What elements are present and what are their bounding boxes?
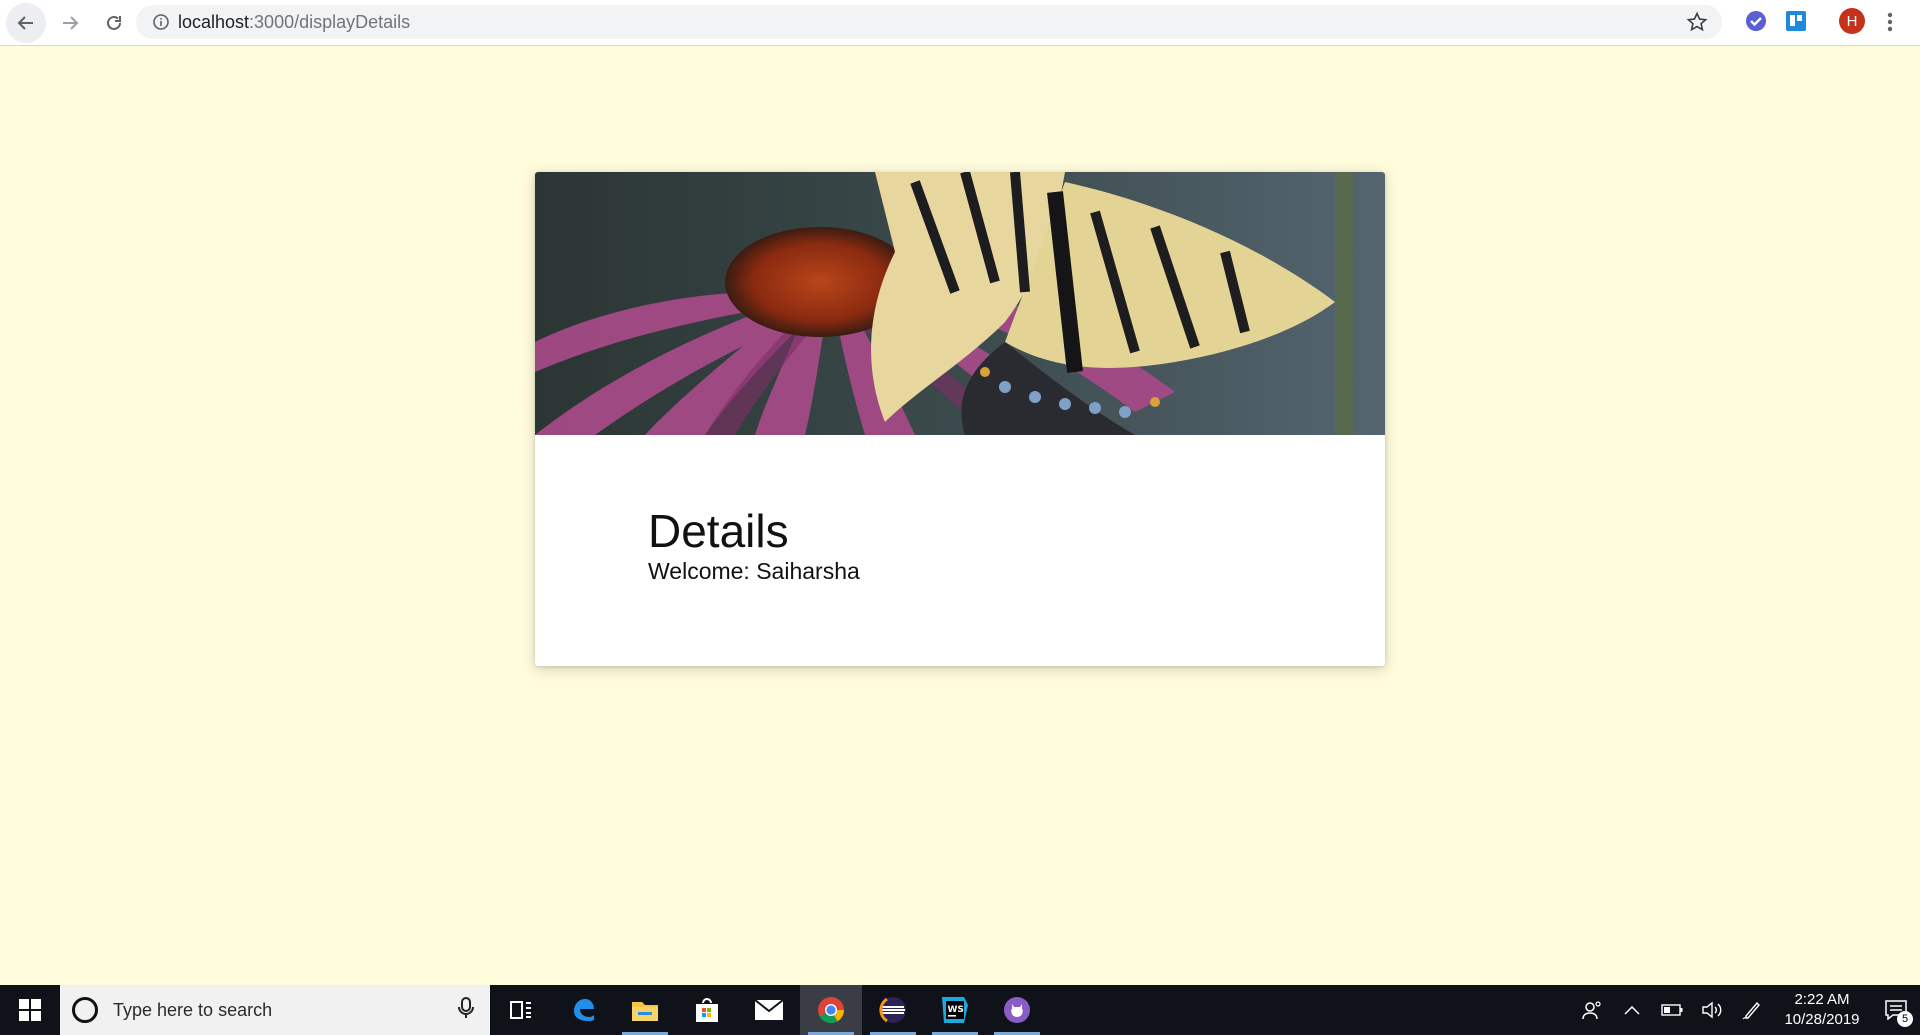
taskbar-chrome[interactable] [800,985,862,1035]
browser-toolbar: localhost:3000/displayDetails H [0,0,1920,46]
cortana-icon [72,997,98,1023]
extension-trello-icon[interactable] [1784,9,1808,38]
svg-text:WS: WS [948,1005,964,1015]
start-button[interactable] [0,985,60,1035]
pen-icon[interactable] [1732,985,1772,1035]
search-placeholder: Type here to search [113,999,273,1020]
profile-avatar[interactable]: H [1839,8,1865,34]
chrome-icon [818,997,845,1024]
clock-date: 10/28/2019 [1784,1011,1860,1028]
action-center-button[interactable]: 5 [1872,985,1920,1035]
card-text: Details Welcome: Saiharsha [648,505,860,585]
forward-button[interactable] [50,3,90,43]
arrow-right-icon [63,15,79,30]
taskbar-github-desktop[interactable] [986,985,1048,1035]
taskbar-edge[interactable] [552,985,614,1035]
eclipse-icon [879,997,906,1023]
url-path: :3000/displayDetails [249,11,411,32]
clock[interactable]: 2:22 AM 10/28/2019 [1772,990,1872,1030]
taskbar-store[interactable] [676,985,738,1035]
mail-icon [754,999,784,1020]
notification-count-badge: 5 [1897,1011,1913,1027]
volume-icon[interactable] [1692,985,1732,1035]
reload-icon [107,15,121,30]
site-info-icon[interactable] [144,13,178,31]
taskbar-search-box[interactable]: Type here to search [60,985,490,1035]
microphone-icon[interactable] [458,996,474,1024]
taskbar-eclipse[interactable] [862,985,924,1035]
github-icon [1004,997,1030,1023]
address-bar[interactable]: localhost:3000/displayDetails [136,5,1722,39]
arrow-left-icon [17,15,33,30]
folder-icon [632,1002,658,1021]
reload-button[interactable] [94,3,134,43]
more-menu-icon[interactable] [1886,10,1894,39]
butterfly-image [535,172,1385,435]
extension-check-icon[interactable] [1744,9,1768,38]
clock-time: 2:22 AM [1794,991,1850,1008]
welcome-text: Welcome: Saiharsha [648,558,860,584]
task-view-button[interactable] [490,985,552,1035]
chevron-up-icon[interactable] [1612,985,1652,1035]
back-button[interactable] [6,2,46,43]
taskbar-mail[interactable] [738,985,800,1035]
task-view-icon [510,1001,531,1019]
url-host: localhost [178,11,250,32]
windows-logo-icon [19,999,41,1021]
page-title: Details [648,505,789,557]
taskbar-file-explorer[interactable] [614,985,676,1035]
webstorm-icon: WS [942,997,968,1023]
windows-taskbar: Type here to search WS 2:22 AM 10/28/201… [0,985,1920,1035]
battery-icon[interactable] [1652,985,1692,1035]
taskbar-webstorm[interactable]: WS [924,985,986,1035]
details-card [535,172,1385,666]
store-bag-icon [696,998,718,1022]
url-text: localhost:3000/displayDetails [178,12,410,33]
system-tray: 2:22 AM 10/28/2019 5 [1572,985,1920,1035]
bookmark-star-icon[interactable] [1686,11,1708,38]
edge-icon [574,999,594,1021]
people-icon[interactable] [1572,985,1612,1035]
